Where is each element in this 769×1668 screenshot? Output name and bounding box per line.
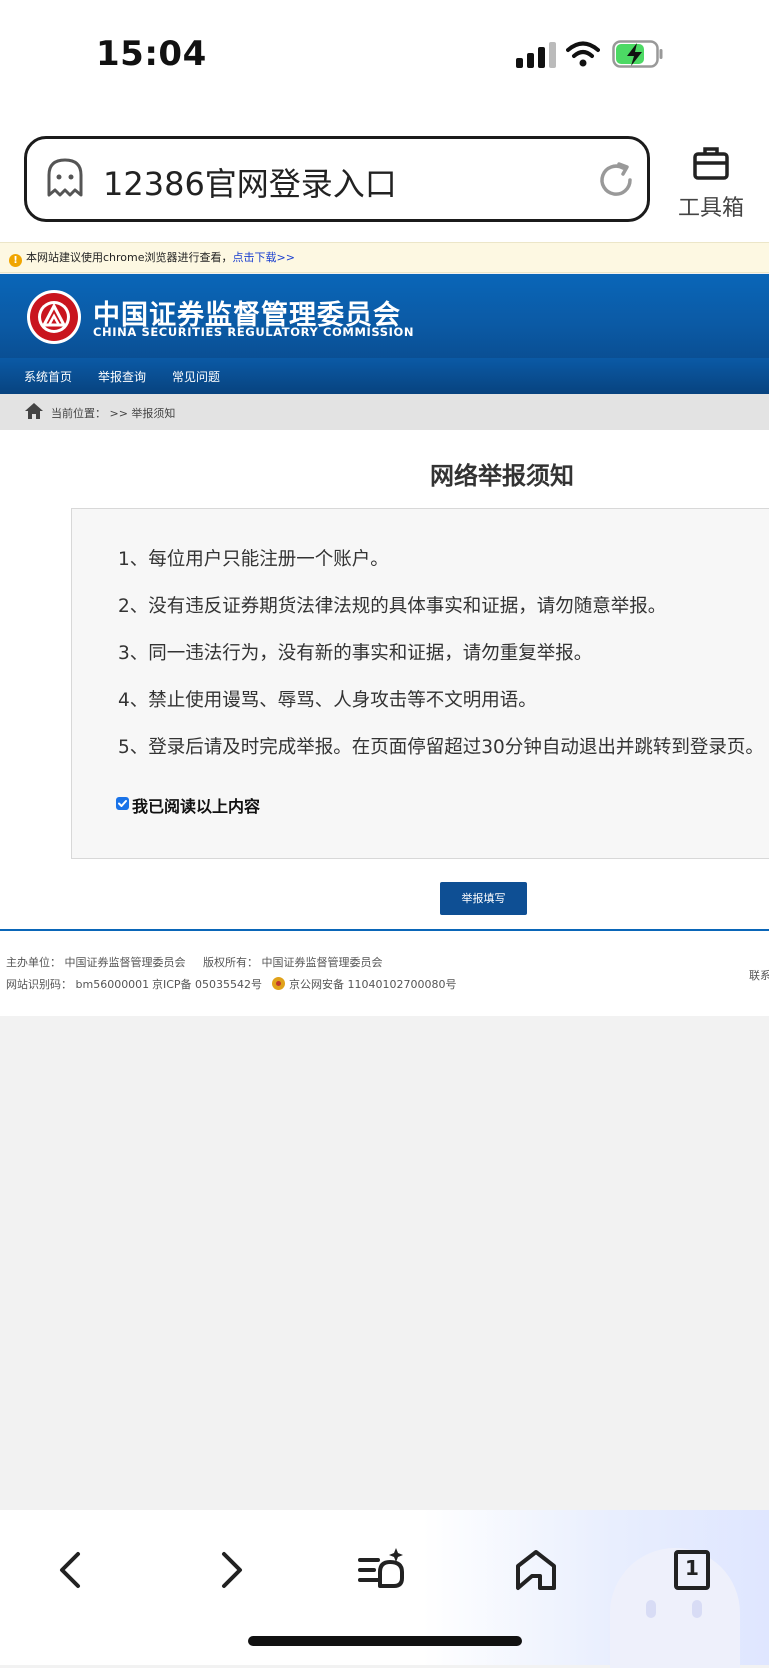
home-icon[interactable] [24, 402, 44, 420]
agree-checkbox[interactable] [116, 797, 129, 810]
footer-host: 主办单位： 中国证券监督管理委员会 [6, 956, 186, 969]
warning-icon: ! [9, 254, 22, 267]
forward-icon[interactable] [206, 1546, 254, 1594]
rules-box: 1、每位用户只能注册一个账户。 2、没有违反证券期货法律法规的具体事实和证据，请… [71, 508, 769, 859]
battery-charging-icon [612, 40, 663, 68]
site-header: 中国证券监督管理委员会 CHINA SECURITIES REGULATORY … [0, 274, 769, 358]
org-name-en: CHINA SECURITIES REGULATORY COMMISSION [93, 325, 415, 339]
ghost-icon [47, 158, 83, 197]
site-footer: 主办单位： 中国证券监督管理委员会 版权所有： 中国证券监督管理委员会 网站识别… [0, 929, 769, 1016]
rule-item: 1、每位用户只能注册一个账户。 [118, 549, 389, 570]
rule-item: 3、同一违法行为，没有新的事实和证据，请勿重复举报。 [118, 643, 593, 664]
nav-item-home[interactable]: 系统首页 [24, 368, 72, 385]
back-icon[interactable] [48, 1546, 96, 1594]
address-bar[interactable]: 12386官网登录入口 [24, 136, 650, 222]
page-title: 网络举报须知 [430, 462, 574, 490]
browser-notice-bar: ! 本网站建议使用chrome浏览器进行查看，点击下载>> [0, 242, 769, 273]
tab-count: 1 [685, 1556, 699, 1580]
footer-contact[interactable]: 联系 [749, 967, 769, 983]
breadcrumb-text: 当前位置： >> 举报须知 [51, 407, 176, 420]
footer-site-id: 网站识别码： bm56000001 [6, 978, 150, 991]
footer-icp[interactable]: 京ICP备 05035542号 [152, 976, 262, 992]
main-content: 网络举报须知 1、每位用户只能注册一个账户。 2、没有违反证券期货法律法规的具体… [0, 430, 769, 929]
reload-icon[interactable] [597, 161, 635, 199]
rule-item: 5、登录后请及时完成举报。在页面停留超过30分钟自动退出并跳转到登录页。 [118, 737, 764, 758]
home-nav-icon[interactable] [512, 1546, 560, 1594]
footer-police-text: 京公网安备 11040102700080号 [289, 978, 457, 991]
rule-item: 2、没有违反证券期货法律法规的具体事实和证据，请勿随意举报。 [118, 596, 667, 617]
nav-item-faq[interactable]: 常见问题 [172, 368, 220, 385]
wifi-icon [566, 41, 600, 67]
police-badge-icon [272, 977, 285, 990]
tabs-button[interactable]: 1 [668, 1546, 716, 1594]
agree-label[interactable]: 我已阅读以上内容 [132, 793, 260, 817]
site-nav: 系统首页 举报查询 常见问题 [0, 358, 769, 394]
notice-text: 本网站建议使用chrome浏览器进行查看， [26, 251, 233, 264]
rule-item: 4、禁止使用谩骂、辱骂、人身攻击等不文明用语。 [118, 690, 537, 711]
nav-item-report-query[interactable]: 举报查询 [98, 368, 146, 385]
toolbox-icon [693, 147, 729, 180]
toolbox-button[interactable]: 工具箱 [664, 146, 758, 226]
status-time: 15:04 [96, 34, 207, 74]
footer-copyright: 版权所有： 中国证券监督管理委员会 [203, 956, 383, 969]
url-text[interactable]: 12386官网登录入口 [103, 159, 397, 205]
status-bar: 15:04 [0, 0, 769, 120]
reading-list-icon[interactable] [358, 1546, 406, 1594]
toolbox-label: 工具箱 [677, 196, 744, 221]
home-indicator[interactable] [248, 1636, 522, 1646]
submit-report-button[interactable]: 举报填写 [440, 882, 527, 915]
signal-icon [516, 42, 556, 68]
breadcrumb: 当前位置： >> 举报须知 [0, 394, 769, 430]
footer-police-record[interactable]: 京公网安备 11040102700080号 [272, 976, 456, 992]
csrc-emblem-icon [27, 290, 81, 344]
download-link[interactable]: 点击下载>> [233, 251, 295, 264]
